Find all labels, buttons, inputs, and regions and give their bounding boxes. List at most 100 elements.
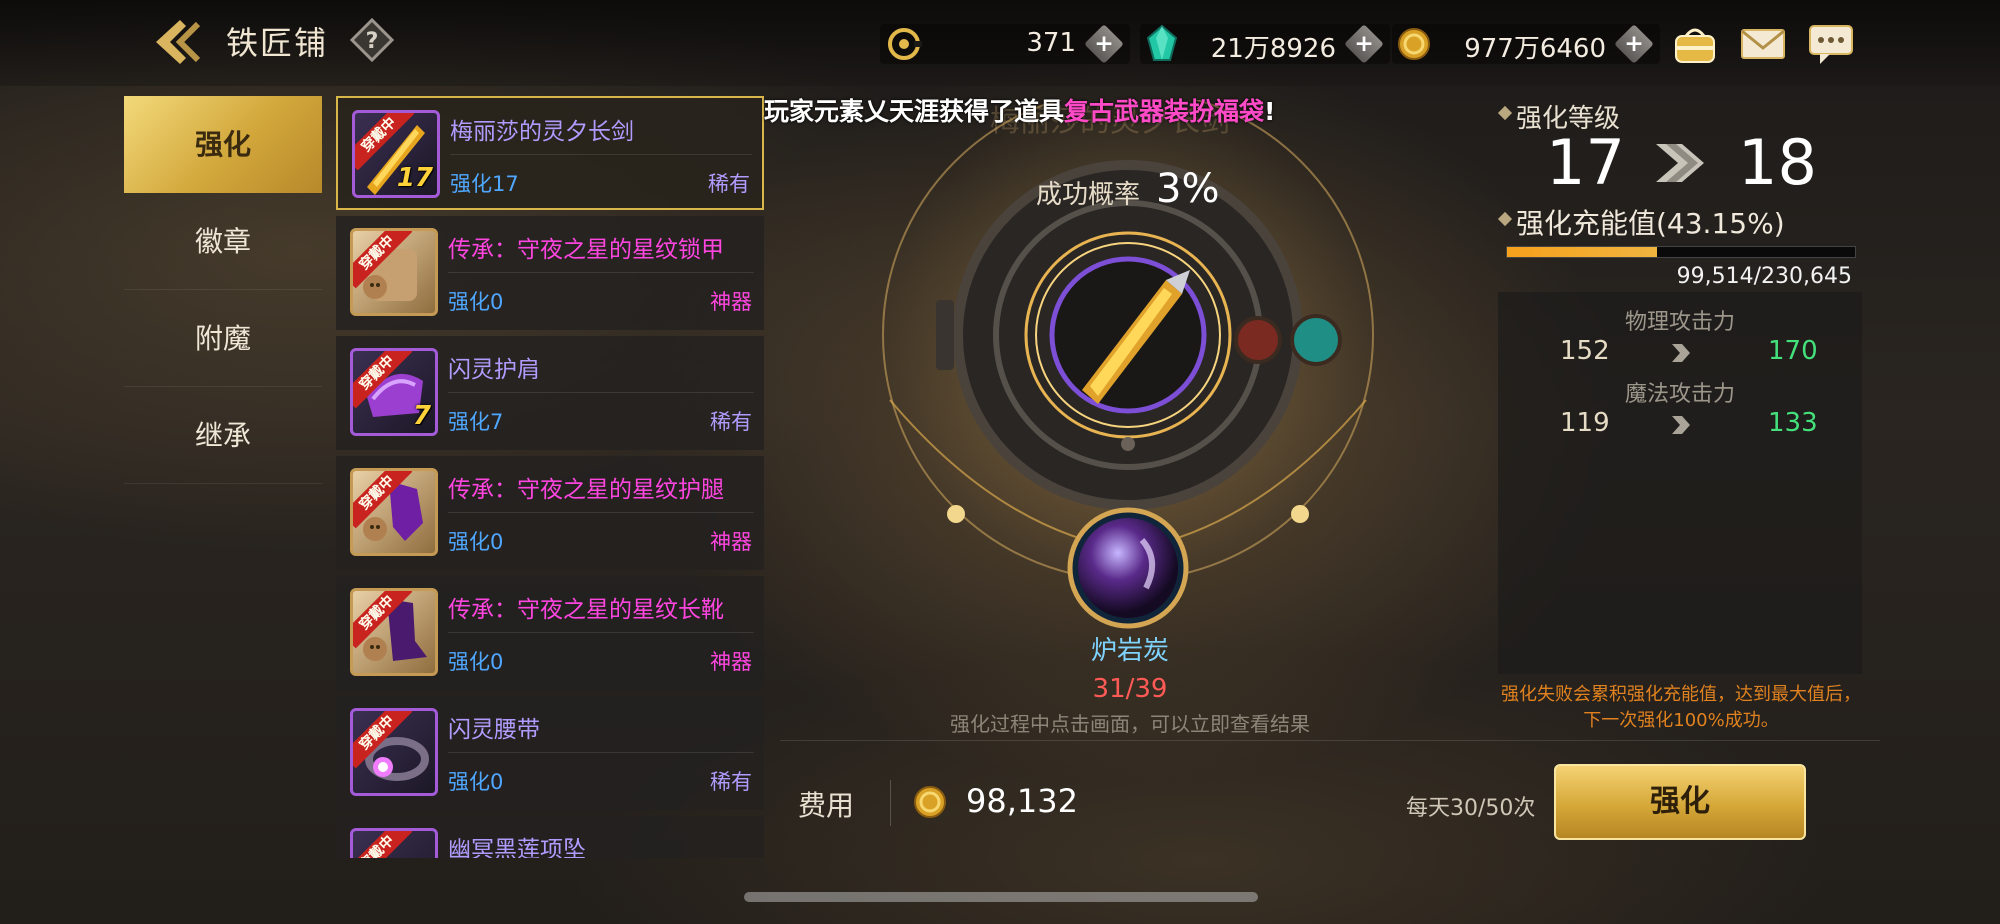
- divider: [448, 272, 754, 273]
- enhance-button[interactable]: 强化: [1554, 764, 1806, 840]
- list-item[interactable]: 穿戴中 幽冥黑莲项坠: [336, 816, 764, 858]
- add-currency-button[interactable]: +: [1614, 24, 1654, 64]
- item-name: 梅丽莎的灵夕长剑: [450, 119, 634, 145]
- currency-gold-c: 371 +: [880, 24, 1130, 64]
- skip-hint: 强化过程中点击画面，可以立即查看结果: [950, 712, 1310, 736]
- bag-icon[interactable]: [1670, 22, 1720, 66]
- current-level: 17: [1546, 126, 1625, 199]
- category-tabs: 强化 徽章 附魔 继承: [124, 96, 322, 484]
- notice-prefix: 玩家元素乂天涯获得了道具: [764, 97, 1065, 126]
- item-thumbnail: 穿戴中: [350, 468, 438, 556]
- success-rate-value: 3%: [1156, 166, 1220, 212]
- tab-enchant[interactable]: 附魔: [124, 290, 322, 387]
- item-thumbnail: 穿戴中: [350, 828, 438, 858]
- item-thumbnail: 穿戴中: [350, 708, 438, 796]
- currency-value: 371: [1026, 28, 1076, 58]
- item-enhance: 强化17: [450, 172, 519, 196]
- list-item[interactable]: 穿戴中 传承：守夜之星的星纹长靴 强化0 神器: [336, 576, 764, 690]
- item-rarity: 神器: [710, 650, 752, 674]
- bullet-diamond: [1497, 105, 1513, 121]
- divider: [448, 752, 754, 753]
- home-indicator[interactable]: [744, 892, 1258, 902]
- cost-label: 费用: [798, 789, 855, 822]
- item-rarity: 稀有: [710, 770, 752, 794]
- divider: [448, 632, 754, 633]
- notice-item: 复古武器装扮福袋: [1064, 97, 1265, 126]
- stat-new-value: 170: [1768, 336, 1818, 366]
- next-level: 18: [1738, 126, 1817, 199]
- list-item[interactable]: 穿戴中 传承：守夜之星的星纹护腿 强化0 神器: [336, 456, 764, 570]
- item-rarity: 神器: [710, 530, 752, 554]
- stat-old-value: 152: [1560, 336, 1610, 366]
- add-currency-button[interactable]: +: [1344, 24, 1384, 64]
- item-rarity: 神器: [710, 290, 752, 314]
- arrow-right-icon: [1672, 344, 1690, 362]
- energy-value: 99,514/230,645: [1676, 264, 1852, 289]
- fail-note: 强化失败会累积强化充能值，达到最大值后，下一次强化100%成功。: [1501, 684, 1861, 731]
- item-name: 闪灵护肩: [448, 357, 540, 383]
- item-enhance: 强化7: [448, 410, 504, 434]
- item-name: 闪灵腰带: [448, 717, 540, 743]
- mail-icon[interactable]: [1738, 22, 1788, 66]
- equipment-list[interactable]: 穿戴中 17 梅丽莎的灵夕长剑 强化17 稀有 穿戴中 传承：守夜之星的星纹锁甲…: [336, 96, 764, 858]
- enhance-level-tag: 7: [412, 401, 431, 431]
- back-arrow-icon[interactable]: [150, 14, 208, 70]
- equipped-badge: 穿戴中: [353, 831, 413, 858]
- item-name: 传承：守夜之星的星纹护腿: [448, 477, 724, 503]
- gem-icon: [1146, 24, 1178, 61]
- item-enhance: 强化0: [448, 770, 504, 794]
- tab-emblem[interactable]: 徽章: [124, 193, 322, 290]
- item-name: 传承：守夜之星的星纹锁甲: [448, 237, 724, 263]
- currency-gem: 21万8926 +: [1140, 24, 1390, 64]
- energy-progress-fill: [1507, 247, 1658, 257]
- tab-inherit[interactable]: 继承: [124, 387, 322, 484]
- coin-icon: [1398, 28, 1430, 60]
- item-name: 幽冥黑莲项坠: [448, 837, 586, 858]
- stat-old-value: 119: [1560, 408, 1610, 438]
- enhance-level-tag: 17: [396, 163, 433, 193]
- divider: [450, 154, 752, 155]
- plus-icon: +: [1624, 29, 1644, 58]
- item-thumbnail: 穿戴中: [350, 228, 438, 316]
- list-item[interactable]: 穿戴中 传承：守夜之星的星纹锁甲 强化0 神器: [336, 216, 764, 330]
- list-item[interactable]: 穿戴中 17 梅丽莎的灵夕长剑 强化17 稀有: [336, 96, 764, 210]
- success-rate-label: 成功概率: [1036, 180, 1141, 210]
- currency-value: 21万8926: [1210, 34, 1336, 64]
- divider: [890, 780, 891, 826]
- item-thumbnail: 穿戴中: [350, 588, 438, 676]
- item-enhance: 强化0: [448, 290, 504, 314]
- add-currency-button[interactable]: +: [1084, 24, 1124, 64]
- item-name: 传承：守夜之星的星纹长靴: [448, 597, 724, 623]
- currency-value: 977万6460: [1464, 34, 1606, 64]
- list-item[interactable]: 穿戴中 闪灵腰带 强化0 稀有: [336, 696, 764, 810]
- help-icon[interactable]: ?: [350, 18, 394, 62]
- item-rarity: 稀有: [710, 410, 752, 434]
- item-thumbnail: 穿戴中 17: [352, 110, 440, 198]
- item-enhance: 强化0: [448, 650, 504, 674]
- stat-name: 魔法攻击力: [1624, 382, 1735, 407]
- energy-progress-bar: [1506, 246, 1856, 258]
- list-item[interactable]: 穿戴中 7 闪灵护肩 强化7 稀有: [336, 336, 764, 450]
- item-thumbnail: 穿戴中 7: [350, 348, 438, 436]
- material-count: 31/39: [1092, 674, 1168, 704]
- energy-label: 强化充能值(43.15%): [1516, 207, 1785, 240]
- stat-panel: 物理攻击力 152 170 魔法攻击力 119 133: [1498, 292, 1862, 674]
- top-bar: 铁匠铺 ? 371 + 21万8926 + 977万6460 +: [0, 0, 2000, 86]
- page-title: 铁匠铺: [226, 24, 329, 62]
- cost-value: 98,132: [966, 782, 1078, 820]
- divider: [448, 512, 754, 513]
- svg-text:?: ?: [366, 29, 379, 54]
- currency-coin: 977万6460 +: [1392, 24, 1660, 64]
- stat-new-value: 133: [1768, 408, 1818, 438]
- broadcast-notice: 玩家元素乂天涯获得了道具复古武器装扮福袋!: [764, 92, 1404, 128]
- bullet-diamond: [1497, 211, 1513, 227]
- material-name: 炉岩炭: [1090, 636, 1169, 666]
- footer-divider: [780, 740, 1880, 741]
- item-rarity: 稀有: [708, 172, 750, 196]
- plus-icon: +: [1094, 29, 1114, 58]
- chat-icon[interactable]: [1806, 22, 1856, 66]
- plus-icon: +: [1354, 29, 1374, 58]
- divider: [448, 392, 754, 393]
- tab-enhance[interactable]: 强化: [124, 96, 322, 193]
- item-enhance: 强化0: [448, 530, 504, 554]
